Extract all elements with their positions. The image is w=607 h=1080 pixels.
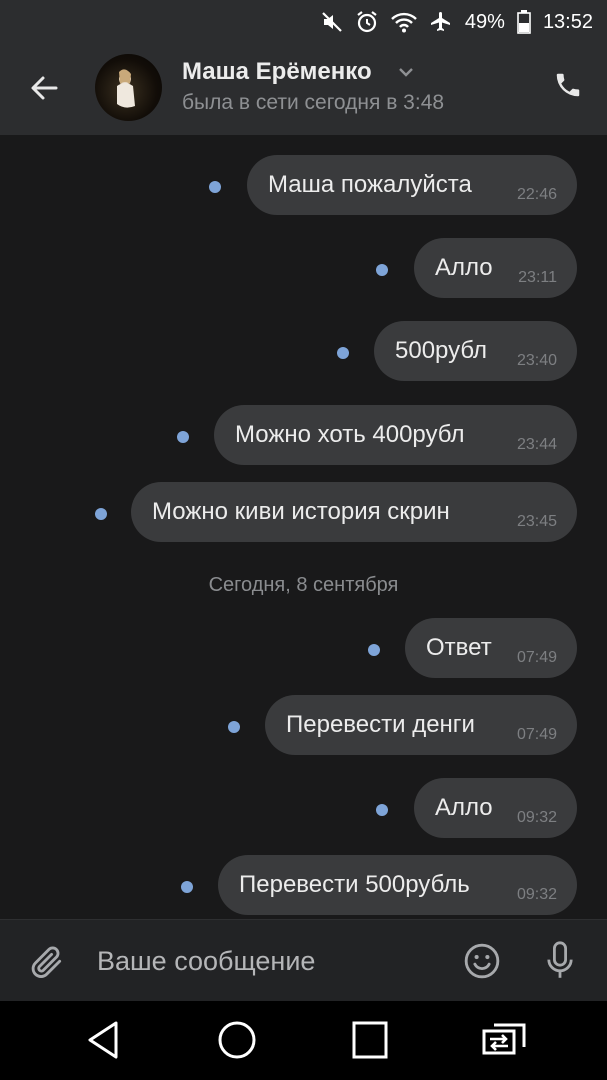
message-list[interactable]: Маша пожалуйста 22:46 Алло 23:11 500рубл… [0, 135, 607, 919]
clock: 13:52 [542, 10, 593, 33]
message-time: 09:32 [516, 886, 557, 903]
message-bubble[interactable]: Алло 09:32 [414, 778, 577, 838]
message-text: Перевести 500рубль [239, 871, 470, 898]
back-button[interactable] [28, 72, 68, 108]
unread-dot [376, 264, 388, 276]
nav-home-icon [218, 1021, 256, 1059]
message-text: Перевести денги [286, 711, 475, 738]
battery-percent: 49% [464, 10, 505, 33]
nav-switch-icon [482, 1023, 526, 1055]
message-time: 22:46 [516, 186, 557, 203]
message-time: 23:44 [516, 436, 557, 453]
message-time: 07:49 [516, 649, 557, 666]
message-composer: Ваше сообщение [0, 919, 607, 1002]
message-time: 23:40 [516, 352, 557, 369]
system-nav-bar [0, 1001, 607, 1080]
contact-name[interactable]: Маша Ерёменко [182, 58, 372, 86]
unread-dot [95, 508, 107, 520]
paperclip-icon [31, 946, 62, 978]
chevron-down-icon[interactable] [397, 66, 415, 78]
emoji-icon [464, 943, 500, 979]
message-text: Можно киви история скрин [152, 498, 450, 525]
message-bubble[interactable]: 500рубл 23:40 [374, 321, 577, 381]
message-bubble[interactable]: Перевести 500рубль 09:32 [218, 855, 577, 915]
battery-icon [517, 10, 531, 34]
unread-dot [376, 804, 388, 816]
message-text: Алло [435, 254, 493, 281]
avatar[interactable] [95, 54, 162, 121]
message-text: Можно хоть 400рубл [235, 421, 465, 448]
message-time: 09:32 [516, 809, 557, 826]
unread-dot [177, 431, 189, 443]
nav-home-button[interactable] [216, 1019, 258, 1066]
message-time: 07:49 [516, 726, 557, 743]
emoji-button[interactable] [463, 942, 501, 985]
last-seen-status: была в сети сегодня в 3:48 [182, 91, 445, 114]
nav-back-button[interactable] [84, 1019, 122, 1066]
unread-dot [181, 881, 193, 893]
message-bubble[interactable]: Ответ 07:49 [405, 618, 577, 678]
date-separator: Сегодня, 8 сентября [208, 574, 399, 596]
nav-recents-button[interactable] [351, 1019, 389, 1066]
message-bubble[interactable]: Можно киви история скрин 23:45 [131, 482, 577, 542]
call-button[interactable] [553, 70, 583, 105]
message-time: 23:11 [518, 269, 557, 286]
back-arrow-icon [31, 76, 58, 100]
airplane-icon [429, 10, 453, 34]
unread-dot [228, 721, 240, 733]
message-bubble[interactable]: Маша пожалуйста 22:46 [247, 155, 577, 215]
message-bubble[interactable]: Алло 23:11 [414, 238, 577, 298]
wifi-icon [391, 11, 417, 33]
unread-dot [368, 644, 380, 656]
voice-message-button[interactable] [543, 940, 577, 987]
unread-dot [337, 347, 349, 359]
message-bubble[interactable]: Перевести денги 07:49 [265, 695, 577, 755]
message-input[interactable]: Ваше сообщение [97, 946, 315, 977]
nav-back-icon [88, 1021, 118, 1059]
nav-switch-button[interactable] [480, 1019, 528, 1066]
nav-recents-icon [352, 1021, 388, 1059]
attach-button[interactable] [28, 942, 66, 987]
message-text: Алло [435, 794, 493, 821]
message-text: 500рубл [395, 337, 488, 364]
message-text: Ответ [426, 634, 492, 661]
message-bubble[interactable]: Можно хоть 400рубл 23:44 [214, 405, 577, 465]
unread-dot [209, 181, 221, 193]
chat-header: Маша Ерёменко была в сети сегодня в 3:48 [0, 44, 607, 135]
message-text: Маша пожалуйста [268, 171, 472, 198]
phone-icon [556, 73, 580, 97]
microphone-icon [547, 941, 573, 978]
status-icons: 49% 13:52 [321, 0, 593, 44]
message-time: 23:45 [516, 513, 557, 530]
alarm-icon [355, 10, 379, 34]
status-bar: 49% 13:52 [0, 0, 607, 44]
mute-icon [321, 11, 343, 33]
